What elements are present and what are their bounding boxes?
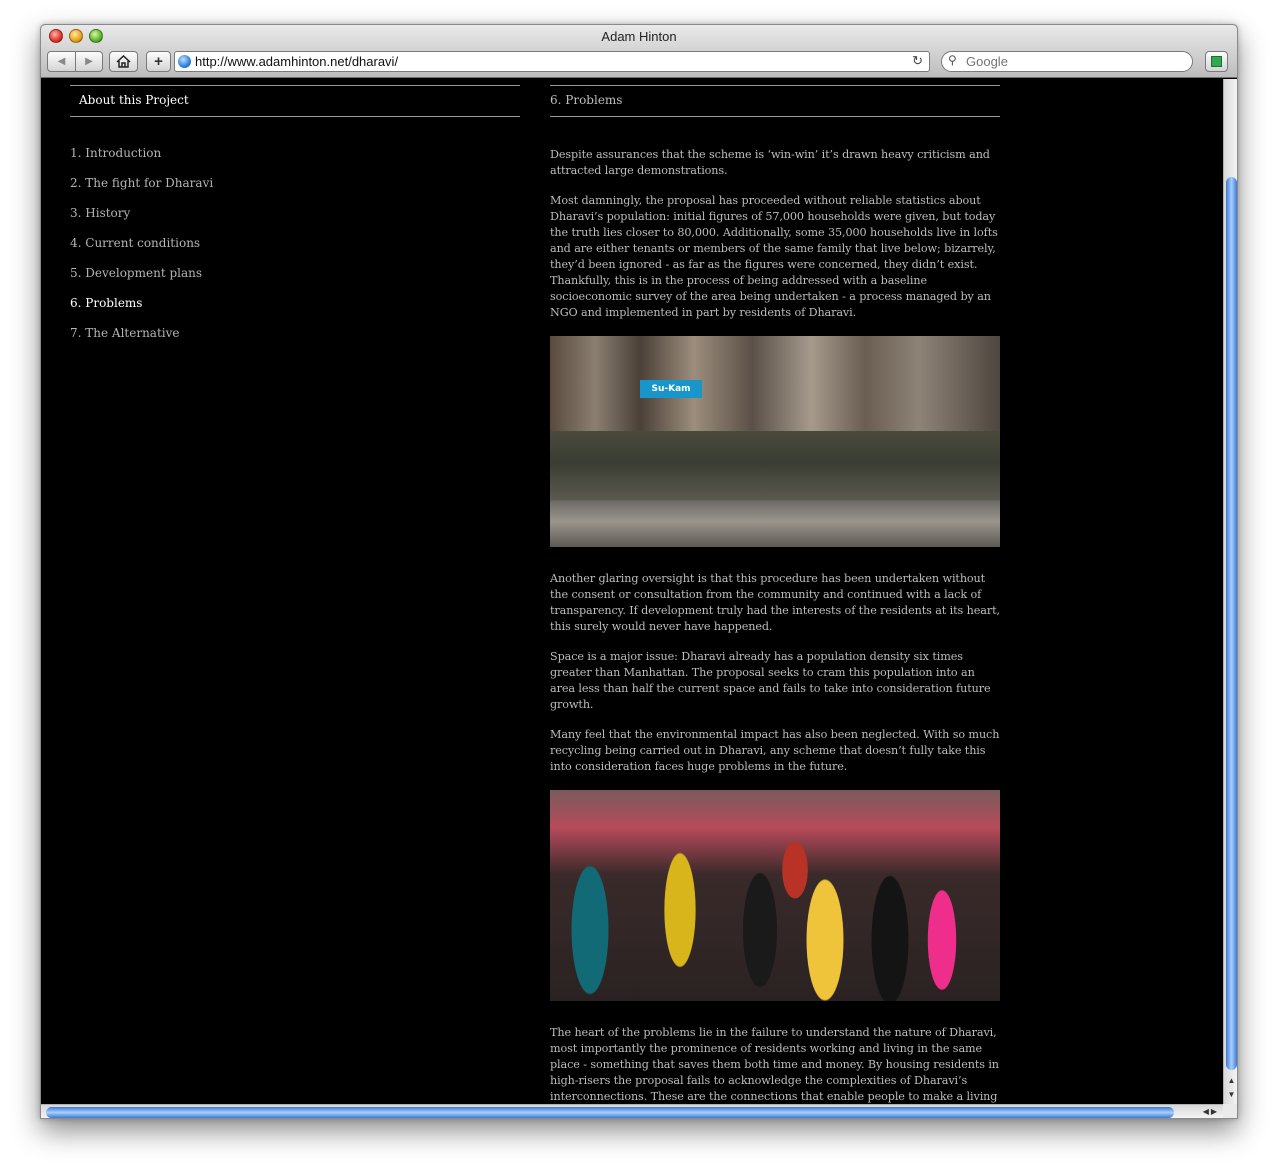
sidebar: About this Project 1. Introduction 2. Th… <box>70 85 520 355</box>
window-title: Adam Hinton <box>601 29 677 44</box>
horizontal-scrollbar[interactable]: ◀▶ <box>41 1104 1223 1118</box>
horizontal-scroll-arrows[interactable]: ◀▶ <box>1203 1105 1219 1118</box>
add-bookmark-button[interactable]: + <box>146 51 171 72</box>
article: 6. Problems Despite assurances that the … <box>550 85 1000 1104</box>
back-button[interactable]: ◀ <box>47 51 76 72</box>
article-paragraph: Many feel that the environmental impact … <box>550 728 1000 773</box>
resize-corner[interactable] <box>1223 1104 1237 1118</box>
search-input[interactable] <box>966 54 1186 69</box>
address-bar[interactable]: http://www.adamhinton.net/dharavi/ ↻ <box>174 51 930 72</box>
slum-riverbank-photo: Su-Kam <box>550 336 1000 547</box>
search-field[interactable]: ⚲ <box>941 51 1193 72</box>
back-arrow-icon: ◀ <box>57 56 66 67</box>
forward-arrow-icon: ▶ <box>85 56 93 67</box>
browser-toolbar: Adam Hinton ◀ ▶ + http://www.adamhinton.… <box>41 25 1237 78</box>
browser-window: Adam Hinton ◀ ▶ + http://www.adamhinton.… <box>40 24 1238 1119</box>
sidebar-heading: About this Project <box>70 85 520 117</box>
sidebar-nav: 1. Introduction 2. The fight for Dharavi… <box>70 145 520 355</box>
sidebar-item-the-alternative[interactable]: 7. The Alternative <box>70 325 520 355</box>
home-icon <box>116 55 131 68</box>
home-button[interactable] <box>109 51 138 72</box>
horizontal-scroll-thumb[interactable] <box>46 1107 1174 1118</box>
sidebar-item-current-conditions[interactable]: 4. Current conditions <box>70 235 520 265</box>
plus-icon: + <box>154 53 163 70</box>
vertical-scrollbar[interactable]: ▲ ▼ <box>1223 79 1237 1104</box>
page-content: About this Project 1. Introduction 2. Th… <box>41 79 1223 1104</box>
vertical-scroll-arrows[interactable]: ▲ ▼ <box>1224 1074 1237 1104</box>
bookmarks-icon <box>1211 56 1222 67</box>
search-icon: ⚲ <box>948 53 957 67</box>
sidebar-item-problems[interactable]: 6. Problems <box>70 295 520 325</box>
vertical-scroll-thumb[interactable] <box>1226 177 1237 1070</box>
article-heading: 6. Problems <box>550 85 1000 117</box>
reload-icon[interactable]: ↻ <box>912 53 923 69</box>
sidebar-item-history[interactable]: 3. History <box>70 205 520 235</box>
article-paragraph: Despite assurances that the scheme is ‘w… <box>550 148 990 177</box>
article-paragraph-last: The heart of the problems lie in the fai… <box>550 1025 1000 1104</box>
url-text[interactable]: http://www.adamhinton.net/dharavi/ <box>195 54 398 69</box>
article-paragraph: Most damningly, the proposal has proceed… <box>550 194 998 319</box>
photo-sign-text: Su-Kam <box>640 380 702 398</box>
article-paragraph: Space is a major issue: Dharavi already … <box>550 650 991 711</box>
article-paragraph: Another glaring oversight is that this p… <box>550 572 1000 633</box>
globe-icon <box>178 55 191 68</box>
bookmarks-button[interactable] <box>1205 51 1228 72</box>
forward-button[interactable]: ▶ <box>75 51 103 72</box>
sidebar-item-introduction[interactable]: 1. Introduction <box>70 145 520 175</box>
sidebar-item-development-plans[interactable]: 5. Development plans <box>70 265 520 295</box>
article-paragraph-text: The heart of the problems lie in the fai… <box>550 1026 999 1103</box>
market-women-photo <box>550 790 1000 1001</box>
sidebar-item-fight-for-dharavi[interactable]: 2. The fight for Dharavi <box>70 175 520 205</box>
